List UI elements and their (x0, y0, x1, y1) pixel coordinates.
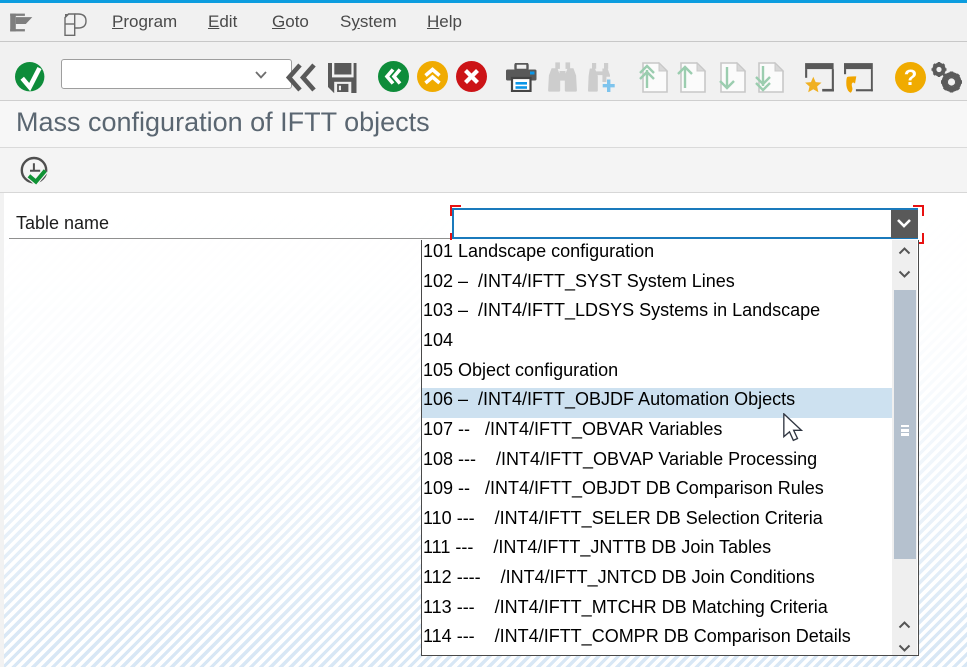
svg-text:?: ? (904, 65, 917, 90)
